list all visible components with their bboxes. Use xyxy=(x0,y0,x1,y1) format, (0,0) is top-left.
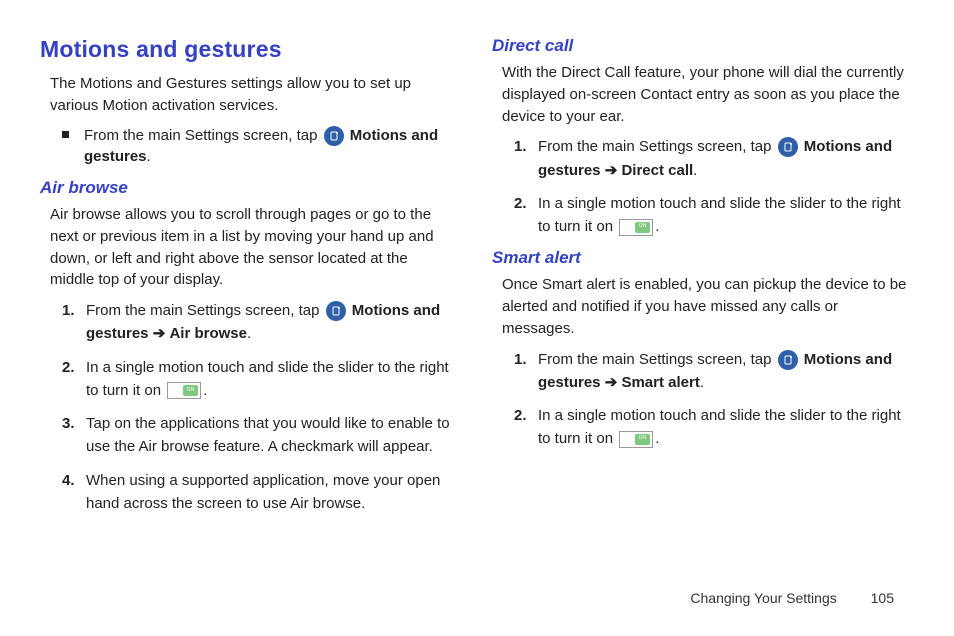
list-item: 2. In a single motion touch and slide th… xyxy=(514,404,908,451)
step-number: 1. xyxy=(62,299,75,322)
text-fragment: . xyxy=(693,162,697,179)
page-footer: Changing Your Settings 105 xyxy=(690,590,894,606)
step-number: 2. xyxy=(514,404,527,427)
motions-icon xyxy=(778,350,798,370)
bold-label: Smart alert xyxy=(621,374,699,391)
text-fragment: From the main Settings screen, tap xyxy=(538,351,776,368)
step-number: 1. xyxy=(514,348,527,371)
text-fragment: . xyxy=(655,218,659,235)
list-item: 4. When using a supported application, m… xyxy=(62,469,456,516)
text-fragment: In a single motion touch and slide the s… xyxy=(538,407,901,447)
body-text: With the Direct Call feature, your phone… xyxy=(502,62,908,127)
toggle-pill: ON xyxy=(635,434,650,445)
motions-icon xyxy=(326,301,346,321)
step-number: 3. xyxy=(62,412,75,435)
subsection-heading: Direct call xyxy=(492,36,908,56)
step-number: 4. xyxy=(62,469,75,492)
motions-icon xyxy=(778,137,798,157)
text-fragment: Tap on the applications that you would l… xyxy=(86,415,450,455)
ordered-list: 1. From the main Settings screen, tap Mo… xyxy=(514,135,908,238)
step-number: 2. xyxy=(514,192,527,215)
text-fragment: From the main Settings screen, tap xyxy=(86,302,324,319)
left-column: Motions and gestures The Motions and Ges… xyxy=(40,36,456,525)
bullet-list: From the main Settings screen, tap Motio… xyxy=(62,125,456,169)
list-item: 1. From the main Settings screen, tap Mo… xyxy=(514,348,908,395)
bold-label: Direct call xyxy=(621,162,693,179)
subsection-heading: Air browse xyxy=(40,178,456,198)
list-item: 1. From the main Settings screen, tap Mo… xyxy=(514,135,908,182)
list-item: 1. From the main Settings screen, tap Mo… xyxy=(62,299,456,346)
body-text: Once Smart alert is enabled, you can pic… xyxy=(502,274,908,339)
body-text: Air browse allows you to scroll through … xyxy=(50,204,456,291)
ordered-list: 1. From the main Settings screen, tap Mo… xyxy=(62,299,456,515)
list-item: 2. In a single motion touch and slide th… xyxy=(514,192,908,239)
text-fragment: When using a supported application, move… xyxy=(86,472,440,512)
text-fragment: In a single motion touch and slide the s… xyxy=(538,195,901,235)
text-fragment: . xyxy=(655,430,659,447)
toggle-on-icon: ON xyxy=(619,431,653,448)
page-content: Motions and gestures The Motions and Ges… xyxy=(0,0,954,525)
list-item: 2. In a single motion touch and slide th… xyxy=(62,356,456,403)
right-column: Direct call With the Direct Call feature… xyxy=(492,36,908,525)
subsection-heading: Smart alert xyxy=(492,248,908,268)
step-number: 2. xyxy=(62,356,75,379)
toggle-pill: ON xyxy=(183,385,198,396)
footer-text: Changing Your Settings xyxy=(690,590,836,606)
ordered-list: 1. From the main Settings screen, tap Mo… xyxy=(514,348,908,451)
bold-label: Air browse xyxy=(169,325,247,342)
text-fragment: . xyxy=(147,148,151,165)
text-fragment: From the main Settings screen, tap xyxy=(538,138,776,155)
motions-icon xyxy=(324,126,344,146)
text-fragment: . xyxy=(247,325,251,342)
text-fragment: From the main Settings screen, tap xyxy=(84,127,322,144)
text-fragment: In a single motion touch and slide the s… xyxy=(86,359,449,399)
page-number: 105 xyxy=(871,590,894,606)
text-fragment: . xyxy=(700,374,704,391)
text-fragment: . xyxy=(203,382,207,399)
toggle-on-icon: ON xyxy=(619,219,653,236)
arrow-icon: ➔ xyxy=(605,374,618,391)
square-bullet-icon xyxy=(62,131,69,138)
list-item: 3. Tap on the applications that you woul… xyxy=(62,412,456,459)
arrow-icon: ➔ xyxy=(153,325,166,342)
section-heading: Motions and gestures xyxy=(40,36,456,63)
arrow-icon: ➔ xyxy=(605,162,618,179)
step-number: 1. xyxy=(514,135,527,158)
toggle-on-icon: ON xyxy=(167,382,201,399)
list-item: From the main Settings screen, tap Motio… xyxy=(62,125,456,169)
toggle-pill: ON xyxy=(635,222,650,233)
intro-text: The Motions and Gestures settings allow … xyxy=(50,73,456,117)
